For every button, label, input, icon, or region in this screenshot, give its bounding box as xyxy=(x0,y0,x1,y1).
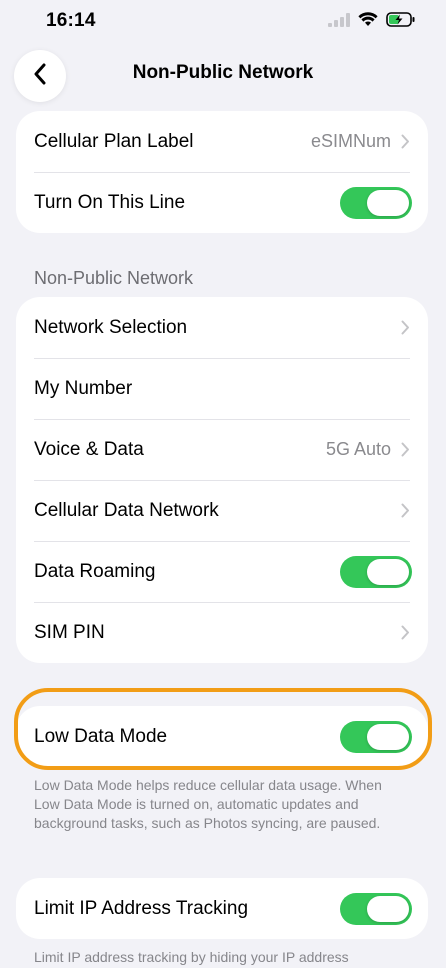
toggle-knob xyxy=(367,558,409,585)
toggle-knob xyxy=(367,189,409,216)
status-bar: 16:14 xyxy=(0,0,446,44)
row-cellular-plan-label[interactable]: Cellular Plan Label eSIMNum xyxy=(16,111,428,172)
chevron-right-icon xyxy=(401,134,410,149)
row-label: Turn On This Line xyxy=(34,191,186,213)
row-voice-data[interactable]: Voice & Data 5G Auto xyxy=(16,419,428,480)
row-cellular-data-network[interactable]: Cellular Data Network xyxy=(16,480,428,541)
section-header: Non-Public Network xyxy=(34,268,194,288)
row-value: 5G Auto xyxy=(325,439,391,459)
row-network-selection[interactable]: Network Selection xyxy=(16,297,428,358)
limit-ip-group: Limit IP Address Tracking xyxy=(16,878,428,939)
page-title: Non-Public Network xyxy=(132,62,314,83)
low-data-footnote: Low Data Mode helps reduce cellular data… xyxy=(34,777,382,831)
wifi-icon xyxy=(358,12,378,32)
row-limit-ip-tracking: Limit IP Address Tracking xyxy=(16,878,428,939)
row-sim-pin[interactable]: SIM PIN xyxy=(16,602,428,663)
data-roaming-toggle[interactable] xyxy=(340,555,412,588)
signal-icon xyxy=(328,12,350,32)
limit-ip-tracking-toggle[interactable] xyxy=(340,892,412,925)
row-turn-on-this-line: Turn On This Line xyxy=(16,172,428,233)
network-group: Network Selection My Number Voice & Data… xyxy=(16,297,428,663)
battery-charging-icon xyxy=(386,12,416,32)
navigation-bar: Non-Public Network xyxy=(0,44,446,104)
chevron-right-icon xyxy=(401,320,410,335)
chevron-right-icon xyxy=(401,442,410,457)
turn-on-line-toggle[interactable] xyxy=(340,186,412,219)
row-label: Cellular Data Network xyxy=(34,499,219,521)
highlight-outline xyxy=(14,688,432,770)
row-label: Network Selection xyxy=(34,316,188,338)
limit-ip-footnote: Limit IP address tracking by hiding your… xyxy=(34,949,349,965)
row-value: eSIMNum xyxy=(310,131,391,151)
row-label: Cellular Plan Label xyxy=(34,130,194,152)
plan-group: Cellular Plan Label eSIMNum Turn On This… xyxy=(16,111,428,233)
row-label: My Number xyxy=(34,377,133,399)
chevron-right-icon xyxy=(401,503,410,518)
chevron-right-icon xyxy=(401,625,410,640)
status-time: 16:14 xyxy=(46,10,96,31)
row-label: SIM PIN xyxy=(34,621,105,643)
status-icons xyxy=(328,12,416,32)
toggle-knob xyxy=(367,895,409,922)
row-my-number[interactable]: My Number xyxy=(16,358,428,419)
row-label: Data Roaming xyxy=(34,560,156,582)
row-data-roaming: Data Roaming xyxy=(16,541,428,602)
row-label: Limit IP Address Tracking xyxy=(34,897,249,919)
row-label: Voice & Data xyxy=(34,438,144,460)
